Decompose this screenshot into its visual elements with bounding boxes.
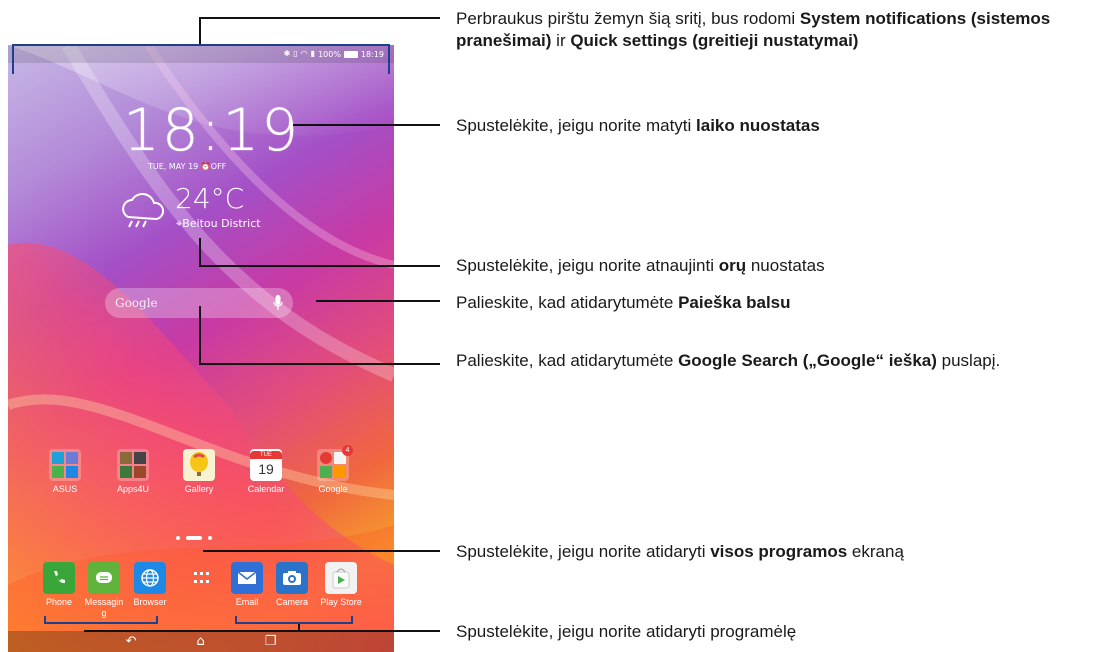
app-label: Camera: [275, 597, 308, 607]
annotation-time-settings: Spustelėkite, jeigu norite matyti laiko …: [456, 116, 820, 135]
leader-line-5v: [199, 306, 201, 364]
app-email[interactable]: Email: [224, 562, 270, 608]
annotation-open-app: Spustelėkite, jeigu norite atidaryti pro…: [456, 622, 797, 641]
all-apps-button[interactable]: [179, 562, 225, 597]
annotation-status-bar: Perbraukus pirštu žemyn šią sritį, bus r…: [456, 9, 1051, 50]
app-phone[interactable]: Phone: [36, 562, 82, 608]
apps4u-folder-icon: [117, 449, 149, 481]
app-label: Gallery: [184, 484, 214, 494]
leader-line-1: [199, 17, 201, 44]
recent-apps-icon[interactable]: ❐: [265, 634, 277, 649]
annotation-voice-search: Palieskite, kad atidarytumėte Paieška ba…: [456, 293, 791, 312]
rain-cloud-icon[interactable]: [116, 191, 168, 231]
app-apps4u-folder[interactable]: Apps4U: [110, 449, 156, 495]
dock-bracket-left: [44, 616, 158, 624]
phone-icon: [43, 562, 75, 594]
annotation-weather: Spustelėkite, jeigu norite atnaujinti or…: [456, 256, 825, 275]
app-calendar[interactable]: TUE 19 Calendar: [243, 449, 289, 495]
leader-line-5h: [199, 363, 440, 365]
annotation-all-apps: Spustelėkite, jeigu norite atidaryti vis…: [456, 542, 904, 561]
app-label: Email: [235, 597, 259, 607]
leader-line-6: [203, 550, 440, 552]
app-label: Google: [318, 484, 348, 494]
app-label: Play Store: [320, 597, 362, 607]
app-label: Calendar: [247, 484, 285, 494]
gallery-icon: [183, 449, 215, 481]
leader-line-7h: [84, 630, 440, 632]
leader-line-4: [316, 300, 440, 302]
home-icon[interactable]: ⌂: [196, 634, 204, 649]
asus-folder-icon: [49, 449, 81, 481]
app-camera[interactable]: Camera: [269, 562, 315, 608]
app-messaging[interactable]: Messagin g: [81, 562, 127, 619]
navigation-bar: ↶ ⌂ ❐: [8, 631, 394, 652]
app-google-folder[interactable]: 4 Google: [310, 445, 356, 495]
date-label: TUE, MAY 19 ⏰OFF: [148, 162, 227, 171]
leader-line-2: [293, 124, 440, 126]
email-envelope-icon: [231, 562, 263, 594]
leader-line-3h: [199, 265, 440, 267]
app-gallery[interactable]: Gallery: [176, 449, 222, 495]
back-icon[interactable]: ↶: [126, 634, 137, 649]
app-label: Phone: [45, 597, 73, 607]
annotation-google-search: Palieskite, kad atidarytumėte Google Sea…: [456, 351, 1001, 370]
weather-location: ⌖Beitou District: [176, 217, 261, 230]
page-dot: [176, 536, 180, 540]
microphone-icon[interactable]: [273, 295, 283, 311]
app-browser[interactable]: Browser: [127, 562, 173, 608]
leader-line-1h: [199, 17, 440, 19]
play-store-icon: [325, 562, 357, 594]
page-indicator: [176, 536, 212, 540]
calendar-icon: TUE 19: [250, 449, 282, 481]
dock-bracket-right: [235, 616, 353, 624]
leader-line-3v: [199, 238, 201, 266]
calendar-weekday: TUE: [250, 451, 282, 459]
app-label: Browser: [133, 597, 167, 607]
camera-icon: [276, 562, 308, 594]
alarm-icon: ⏰: [200, 162, 211, 171]
calendar-day: 19: [258, 461, 274, 477]
all-apps-grid-icon: [186, 562, 218, 594]
clock-widget[interactable]: 18:19: [123, 96, 300, 164]
google-folder-icon: 4: [317, 445, 353, 481]
app-play-store[interactable]: Play Store: [316, 562, 366, 608]
app-label: ASUS: [52, 484, 78, 494]
temperature[interactable]: 24°C: [175, 182, 244, 215]
messaging-icon: [88, 562, 120, 594]
app-label: Apps4U: [116, 484, 150, 494]
phone-screen: ✱ ▯ ◠ ▮ 100% 18:19 18:19 TUE, MAY 19 ⏰OF…: [8, 45, 394, 652]
google-search-label: Google: [115, 296, 158, 310]
page-dot-active: [186, 536, 202, 540]
browser-globe-icon: [134, 562, 166, 594]
page-dot: [208, 536, 212, 540]
notification-badge: 4: [342, 445, 353, 456]
status-bar-bracket: [12, 44, 390, 74]
app-asus-folder[interactable]: ASUS: [42, 449, 88, 495]
